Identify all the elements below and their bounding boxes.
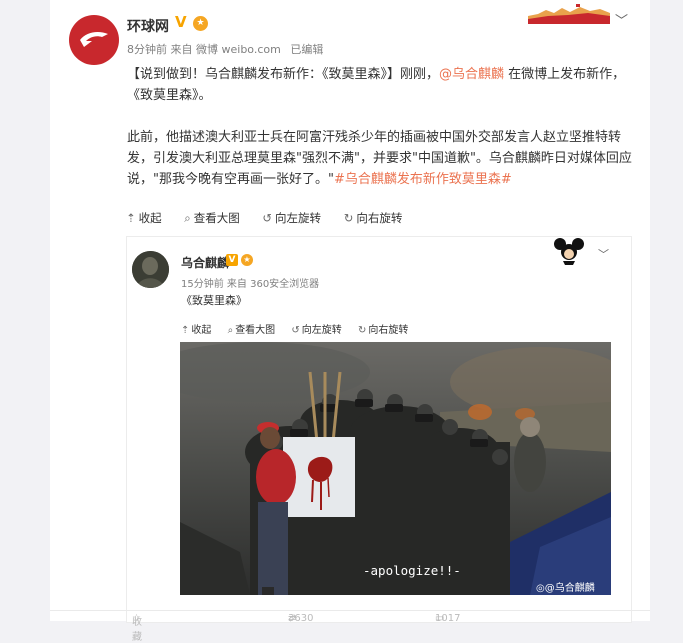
post-source[interactable]: 来自 微博 weibo.com — [171, 43, 281, 56]
rotate-right-icon: ↻ — [357, 325, 367, 336]
great-wall-card-decoration — [528, 4, 610, 24]
rotate-right-icon: ↻ — [343, 211, 354, 225]
mickey-card-decoration — [554, 238, 584, 265]
edited-label: 已编辑 — [290, 43, 324, 56]
verified-v-icon: V — [175, 13, 187, 31]
huanqiu-logo-icon — [80, 32, 108, 47]
repost-time[interactable]: 15分钟前 — [181, 279, 224, 290]
weibo-logo-icon: ◎ — [536, 583, 545, 594]
repost-menu-chevron-icon[interactable]: ﹀ — [598, 246, 609, 262]
hashtag-link[interactable]: #乌合麒麟发布新作致莫里森# — [334, 172, 512, 187]
collapse-icon: ⇡ — [126, 211, 136, 225]
repost-author-avatar[interactable] — [132, 251, 169, 288]
collapse-button[interactable]: ⇡ 收起 — [126, 211, 162, 225]
repost-text: 《致莫里森》 — [181, 294, 247, 307]
zoom-icon: ⌕ — [227, 325, 234, 336]
repost-image-toolbar: ⇡ 收起 ⌕ 查看大图 ↺ 向左旋转 ↻ 向右旋转 — [181, 321, 421, 336]
image-watermark: ◎@乌合麒麟 — [536, 583, 595, 594]
author-name[interactable]: 环球网 — [127, 16, 169, 36]
post-meta: 8分钟前 来自 微博 weibo.com 已编辑 — [127, 41, 323, 57]
post-menu-chevron-icon[interactable]: ﹀ — [615, 10, 628, 29]
weibo-post-card: 环球网 V ★ 8分钟前 来自 微博 weibo.com 已编辑 ﹀ 【说到做到… — [50, 0, 650, 643]
post-content: 【说到做到！乌合麒麟发布新作：《致莫里森》】刚刚，@乌合麒麟 在微博上发布新作，… — [127, 64, 635, 190]
artwork-caption: -apologize!!- — [363, 563, 461, 578]
artwork-illustration — [180, 342, 611, 595]
post-paragraph-1a: 【说到做到！乌合麒麟发布新作：《致莫里森》】刚刚， — [127, 67, 440, 82]
reposted-weibo-card: 乌合麒麟 V ★ 15分钟前 来自 360安全浏览器 《致莫里森》 ﹀ ⇡ 收起 … — [126, 236, 632, 623]
repost-view-large-button[interactable]: ⌕ 查看大图 — [228, 325, 276, 336]
post-action-bar: ☆ 收藏 ⇄ 3630 ▭ 1017 — [50, 610, 650, 643]
avatar-portrait-icon — [132, 251, 169, 288]
collapse-icon: ⇡ — [181, 325, 190, 336]
image-toolbar: ⇡ 收起 ⌕ 查看大图 ↺ 向左旋转 ↻ 向右旋转 — [126, 210, 421, 226]
repost-source[interactable]: 来自 360安全浏览器 — [227, 279, 319, 290]
repost-rotate-right-button[interactable]: ↻ 向右旋转 — [358, 325, 408, 336]
rotate-left-icon: ↺ — [291, 325, 300, 336]
post-time[interactable]: 8分钟前 — [127, 43, 167, 56]
verified-v-icon: V — [226, 254, 238, 266]
rotate-left-button[interactable]: ↺ 向左旋转 — [262, 211, 321, 225]
zoom-icon: ⌕ — [184, 211, 191, 225]
mention-link[interactable]: @乌合麒麟 — [439, 67, 504, 82]
view-large-button[interactable]: ⌕ 查看大图 — [184, 211, 239, 225]
repost-collapse-button[interactable]: ⇡ 收起 — [181, 325, 211, 336]
medal-icon: ★ — [193, 16, 208, 31]
repost-author-name[interactable]: 乌合麒麟 — [181, 254, 229, 271]
author-avatar[interactable] — [69, 15, 119, 65]
artwork-image[interactable]: -apologize!!- ◎@乌合麒麟 — [180, 342, 611, 595]
rotate-right-button[interactable]: ↻ 向右旋转 — [344, 211, 403, 225]
medal-icon: ★ — [241, 254, 253, 266]
repost-meta: 15分钟前 来自 360安全浏览器 — [181, 275, 319, 290]
rotate-left-icon: ↺ — [262, 211, 273, 225]
repost-rotate-left-button[interactable]: ↺ 向左旋转 — [291, 325, 341, 336]
